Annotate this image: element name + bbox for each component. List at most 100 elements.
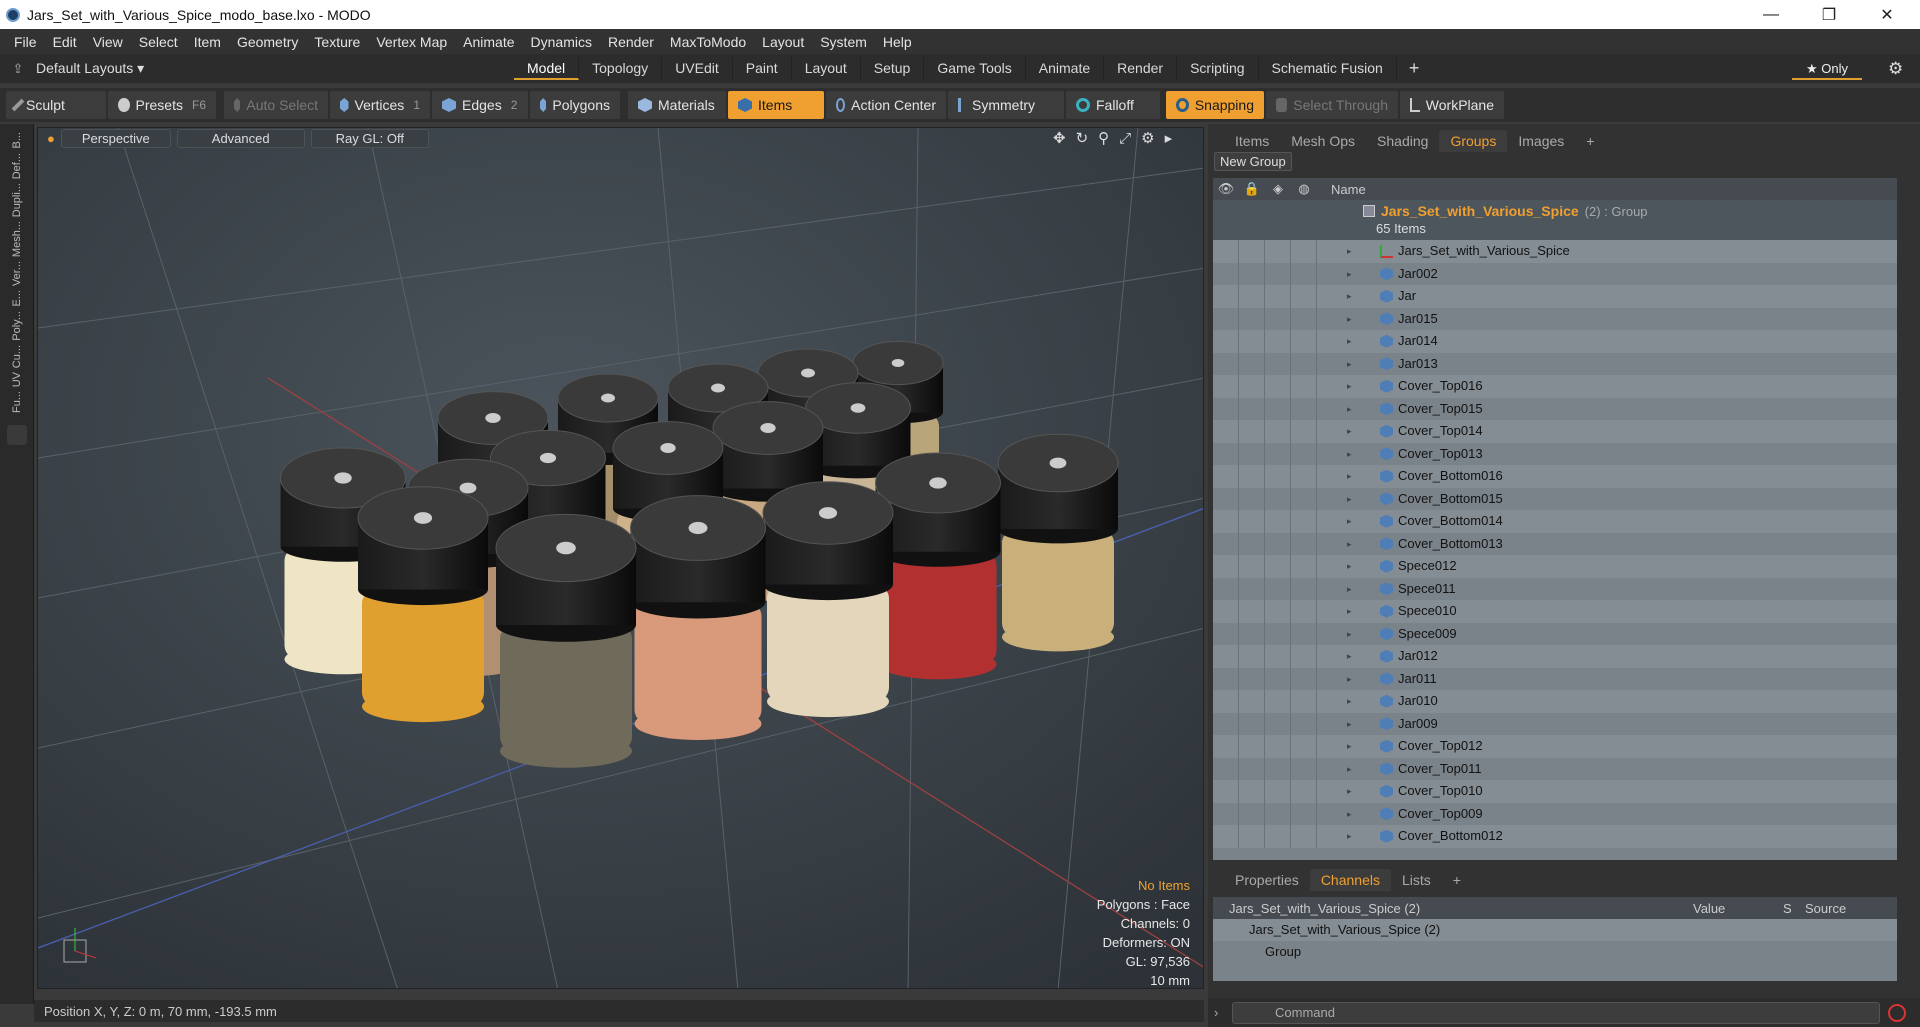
visibility-cell[interactable] <box>1265 487 1291 510</box>
visibility-cell[interactable] <box>1213 307 1239 330</box>
maximize-button[interactable]: ❐ <box>1800 0 1858 29</box>
visibility-cell[interactable] <box>1239 262 1265 285</box>
visibility-cell[interactable] <box>1213 555 1239 578</box>
visibility-cell[interactable] <box>1291 555 1317 578</box>
visibility-cell[interactable] <box>1239 397 1265 420</box>
visibility-cell[interactable] <box>1213 645 1239 668</box>
visibility-cell[interactable] <box>1265 780 1291 803</box>
materials-button[interactable]: Materials <box>628 91 726 119</box>
group-row[interactable]: Jars_Set_with_Various_Spice (2) : Group … <box>1213 200 1897 240</box>
visibility-cell[interactable] <box>1265 712 1291 735</box>
visibility-cell[interactable] <box>1213 825 1239 848</box>
visibility-cell[interactable] <box>1265 622 1291 645</box>
visibility-cell[interactable] <box>1213 375 1239 398</box>
symmetry-button[interactable]: Symmetry <box>948 91 1064 119</box>
list-item[interactable]: ▸ Jar002 <box>1213 262 1897 285</box>
visibility-cell[interactable] <box>1239 690 1265 713</box>
visibility-cell[interactable] <box>1291 285 1317 308</box>
list-item[interactable]: ▸ Cover_Top013 <box>1213 442 1897 465</box>
tab-b[interactable]: B... <box>11 132 23 149</box>
visibility-cell[interactable] <box>1239 375 1265 398</box>
visibility-cell[interactable] <box>1291 352 1317 375</box>
visibility-cell[interactable] <box>1239 802 1265 825</box>
default-layouts-dropdown[interactable]: Default Layouts ▾ <box>36 60 514 77</box>
tab-game-tools[interactable]: Game Tools <box>924 57 1026 80</box>
menu-dynamics[interactable]: Dynamics <box>523 34 600 50</box>
tab-animate[interactable]: Animate <box>1026 57 1105 80</box>
visibility-cell[interactable] <box>1291 712 1317 735</box>
menu-help[interactable]: Help <box>875 34 920 50</box>
select-icon[interactable]: ◍ <box>1291 181 1317 197</box>
gear-icon[interactable]: ⚙ <box>1888 59 1903 79</box>
visibility-cell[interactable] <box>1291 397 1317 420</box>
list-item[interactable]: ▸ Spece010 <box>1213 600 1897 623</box>
visibility-cell[interactable] <box>1265 600 1291 623</box>
tree-expander-icon[interactable]: ▸ <box>1347 735 1352 758</box>
visibility-cell[interactable] <box>1265 667 1291 690</box>
home-arrow-icon[interactable]: ⇪ <box>0 61 36 77</box>
visibility-cell[interactable] <box>1291 510 1317 533</box>
tree-expander-icon[interactable]: ▸ <box>1347 240 1352 263</box>
tab-model[interactable]: Model <box>514 57 580 80</box>
tree-expander-icon[interactable]: ▸ <box>1347 308 1352 331</box>
tab-curves[interactable]: Cu... <box>11 345 23 368</box>
visibility-cell[interactable] <box>1213 397 1239 420</box>
visibility-cell[interactable] <box>1291 442 1317 465</box>
visibility-cell[interactable] <box>1239 465 1265 488</box>
channel-row[interactable]: Group <box>1213 941 1897 963</box>
visibility-cell[interactable] <box>1213 262 1239 285</box>
tab-uv[interactable]: UV <box>11 372 23 387</box>
tree-expander-icon[interactable]: ▸ <box>1347 555 1352 578</box>
visibility-cell[interactable] <box>1213 690 1239 713</box>
viewport-nav-icons[interactable]: ✥↻⚲⤢⚙▸ <box>1053 129 1182 147</box>
tab-mesh[interactable]: Mesh... <box>11 221 23 257</box>
visibility-cell[interactable] <box>1213 465 1239 488</box>
tab-scripting[interactable]: Scripting <box>1177 57 1259 80</box>
tab-images[interactable]: Images <box>1507 130 1575 152</box>
add-tab-icon[interactable]: + <box>1442 869 1472 891</box>
polygons-button[interactable]: Polygons <box>530 91 620 119</box>
list-item[interactable]: ▸ Cover_Top015 <box>1213 397 1897 420</box>
command-input[interactable]: Command <box>1232 1001 1880 1024</box>
tree-expander-icon[interactable]: ▸ <box>1347 330 1352 353</box>
visibility-cell[interactable] <box>1213 240 1239 263</box>
visibility-cell[interactable] <box>1291 622 1317 645</box>
visibility-cell[interactable] <box>1239 825 1265 848</box>
list-item[interactable]: ▸ Jar010 <box>1213 690 1897 713</box>
visibility-cell[interactable] <box>1213 577 1239 600</box>
visibility-cell[interactable] <box>1213 487 1239 510</box>
tree-expander-icon[interactable]: ▸ <box>1347 623 1352 646</box>
visibility-cell[interactable] <box>1291 262 1317 285</box>
visibility-cell[interactable] <box>1239 757 1265 780</box>
visibility-cell[interactable] <box>1213 735 1239 758</box>
tree-expander-icon[interactable]: ▸ <box>1347 353 1352 376</box>
visibility-cell[interactable] <box>1239 600 1265 623</box>
visibility-cell[interactable] <box>1213 802 1239 825</box>
visibility-cell[interactable] <box>1239 330 1265 353</box>
tab-shading[interactable]: Shading <box>1366 130 1439 152</box>
list-item[interactable]: ▸ Jar013 <box>1213 352 1897 376</box>
visibility-cell[interactable] <box>1291 375 1317 398</box>
visibility-cell[interactable] <box>1239 420 1265 443</box>
visibility-cell[interactable] <box>1213 510 1239 533</box>
vertices-button[interactable]: Vertices 1 <box>330 91 430 119</box>
visibility-cell[interactable] <box>1213 442 1239 465</box>
snapping-button[interactable]: Snapping <box>1166 91 1264 119</box>
menu-render[interactable]: Render <box>600 34 662 50</box>
visibility-cell[interactable] <box>1239 532 1265 555</box>
menu-item[interactable]: Item <box>186 34 229 50</box>
presets-button[interactable]: Presets F6 <box>108 91 216 119</box>
visibility-cell[interactable] <box>1239 780 1265 803</box>
visibility-cell[interactable] <box>1265 465 1291 488</box>
visibility-cell[interactable] <box>1239 352 1265 375</box>
visibility-cell[interactable] <box>1239 712 1265 735</box>
visibility-cell[interactable] <box>1265 532 1291 555</box>
tree-expander-icon[interactable]: ▸ <box>1347 713 1352 736</box>
tree-expander-icon[interactable]: ▸ <box>1347 690 1352 713</box>
list-item[interactable]: ▸ Spece011 <box>1213 577 1897 600</box>
list-item[interactable]: ▸ Cover_Bottom012 <box>1213 825 1897 848</box>
menu-system[interactable]: System <box>812 34 875 50</box>
visibility-cell[interactable] <box>1265 420 1291 443</box>
visibility-cell[interactable] <box>1213 600 1239 623</box>
tab-render[interactable]: Render <box>1104 57 1178 80</box>
